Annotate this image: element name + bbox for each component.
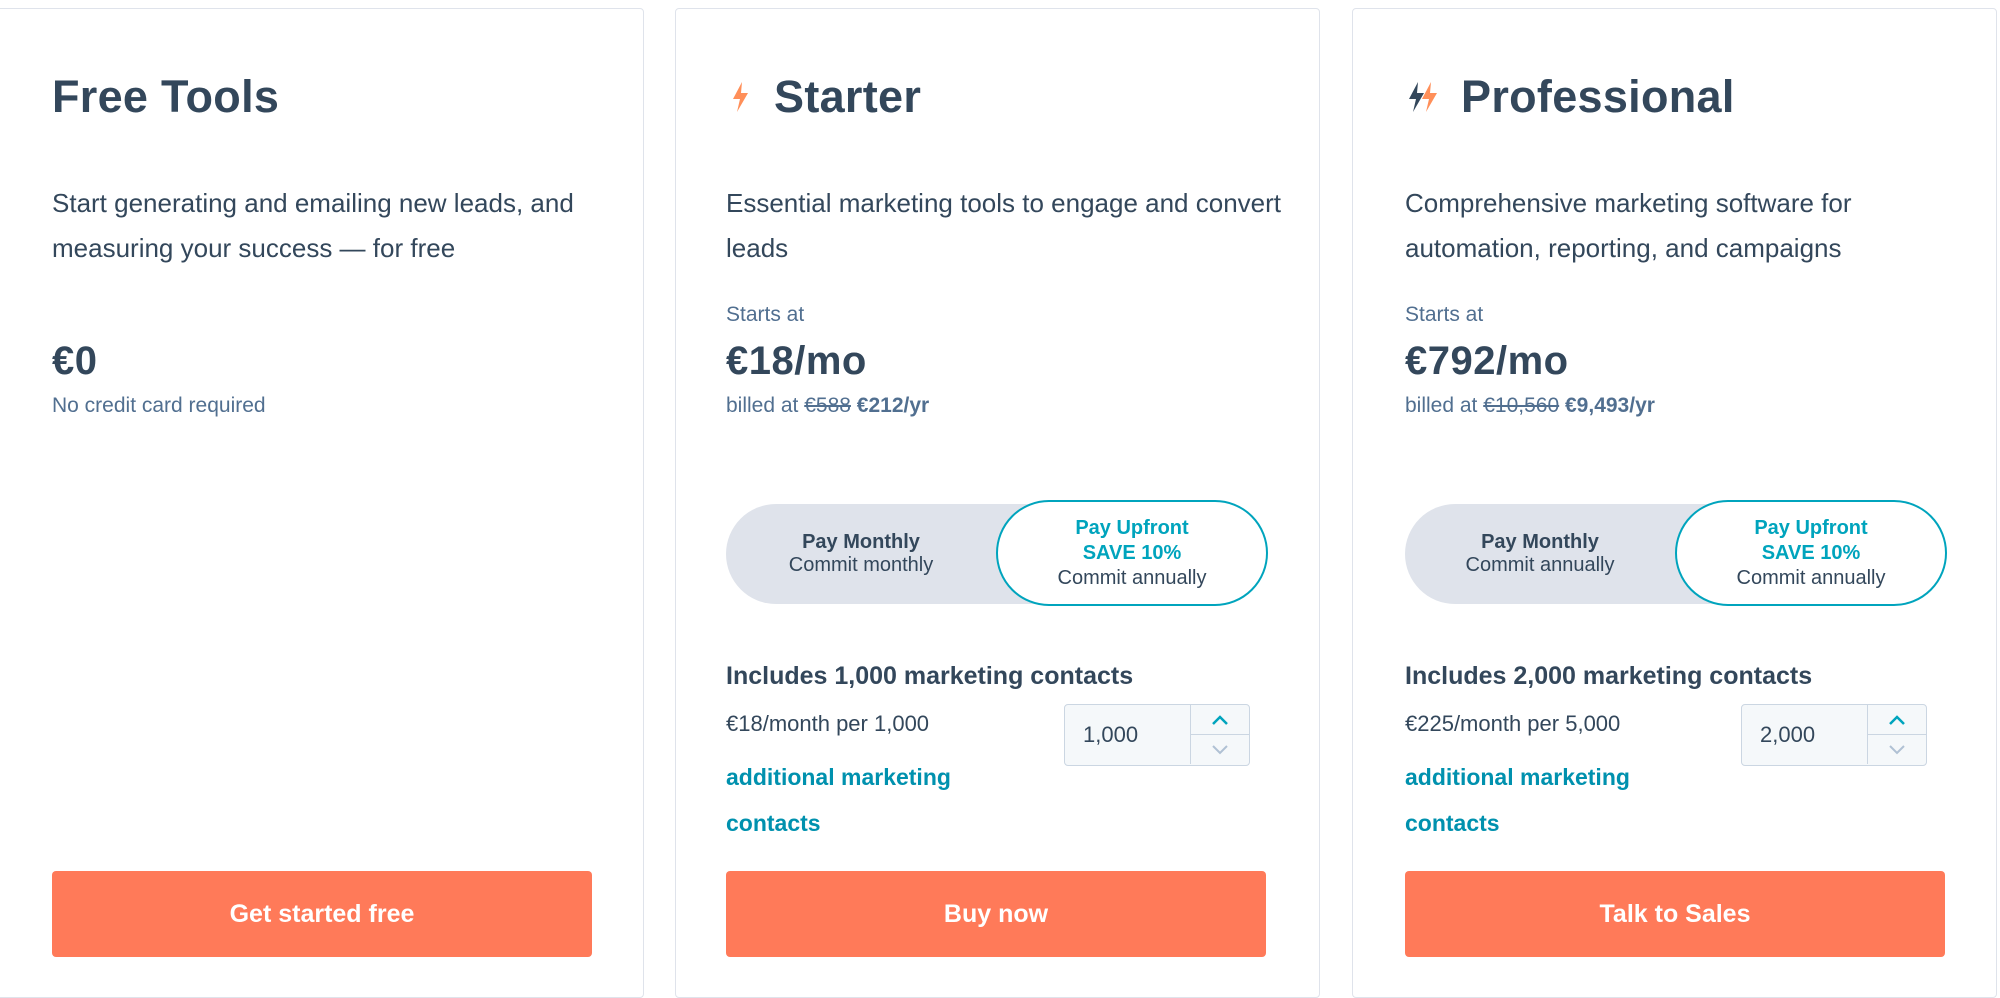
price-note: No credit card required — [52, 394, 266, 417]
per-rate-text: €225/month per 5,000 — [1405, 711, 1621, 736]
stepper-value[interactable]: 2,000 — [1760, 722, 1815, 748]
billing-toggle: Pay Monthly Commit annually Pay Upfront … — [1405, 500, 1947, 606]
billed-old-price: €10,560 — [1483, 394, 1560, 417]
billed-old-price: €588 — [804, 394, 851, 417]
additional-contacts-link[interactable]: additional marketing contacts — [726, 754, 986, 846]
save-badge: SAVE 10% — [1082, 541, 1182, 564]
pay-upfront-option[interactable]: Pay Upfront SAVE 10% Commit annually — [1675, 500, 1947, 606]
contacts-stepper[interactable]: 1,000 — [1064, 704, 1250, 766]
contacts-stepper[interactable]: 2,000 — [1741, 704, 1927, 766]
stepper-arrows — [1190, 705, 1249, 764]
pay-monthly-option[interactable]: Pay Monthly Commit annually — [1405, 504, 1675, 604]
plan-card-professional: Professional Comprehensive marketing sof… — [1352, 8, 1997, 998]
pay-upfront-sub: Commit annually — [1736, 566, 1886, 589]
chevron-up-icon[interactable] — [1868, 705, 1926, 735]
pay-monthly-sub: Commit monthly — [788, 554, 934, 576]
plan-description: Start generating and emailing new leads,… — [52, 188, 574, 263]
starter-bolt-icon — [726, 80, 756, 114]
plan-price: €0 — [52, 339, 98, 383]
plan-price: €18/mo — [726, 339, 867, 383]
plan-title: Free Tools — [52, 71, 280, 122]
pay-upfront-label: Pay Upfront — [1754, 516, 1868, 539]
billed-line: billed at €588 €212/yr — [726, 394, 929, 418]
pay-upfront-option[interactable]: Pay Upfront SAVE 10% Commit annually — [996, 500, 1268, 606]
pay-monthly-sub: Commit annually — [1465, 554, 1615, 576]
billed-prefix: billed at — [726, 394, 799, 417]
pay-monthly-option[interactable]: Pay Monthly Commit monthly — [726, 504, 996, 604]
plan-description: Essential marketing tools to engage and … — [726, 188, 1282, 263]
plan-card-free: Free Tools Start generating and emailing… — [0, 8, 644, 998]
chevron-down-icon[interactable] — [1868, 735, 1926, 764]
chevron-up-icon[interactable] — [1191, 705, 1249, 735]
stepper-arrows — [1867, 705, 1926, 764]
pay-upfront-sub: Commit annually — [1057, 566, 1207, 589]
get-started-free-button[interactable]: Get started free — [52, 871, 592, 957]
plan-title: Professional — [1461, 71, 1735, 122]
includes-contacts: Includes 1,000 marketing contacts — [726, 662, 1134, 690]
stepper-value[interactable]: 1,000 — [1083, 722, 1138, 748]
save-badge: SAVE 10% — [1761, 541, 1861, 564]
buy-now-button[interactable]: Buy now — [726, 871, 1266, 957]
billed-new-price: €212/yr — [856, 394, 930, 417]
starts-at-label: Starts at — [726, 303, 805, 326]
billed-line: billed at €10,560 €9,493/yr — [1405, 394, 1655, 418]
plan-price: €792/mo — [1405, 339, 1569, 383]
plan-description: Comprehensive marketing software for aut… — [1405, 188, 1852, 263]
talk-to-sales-button[interactable]: Talk to Sales — [1405, 871, 1945, 957]
billed-new-price: €9,493/yr — [1565, 394, 1655, 417]
billed-prefix: billed at — [1405, 394, 1478, 417]
plan-card-starter: Starter Essential marketing tools to eng… — [675, 8, 1320, 998]
pay-monthly-label: Pay Monthly — [802, 531, 920, 553]
starts-at-label: Starts at — [1405, 303, 1484, 326]
billing-toggle: Pay Monthly Commit monthly Pay Upfront S… — [726, 500, 1268, 606]
additional-contacts-link[interactable]: additional marketing contacts — [1405, 754, 1665, 846]
pay-upfront-label: Pay Upfront — [1075, 516, 1189, 539]
chevron-down-icon[interactable] — [1191, 735, 1249, 764]
pay-monthly-label: Pay Monthly — [1481, 531, 1599, 553]
plan-title: Starter — [774, 71, 922, 122]
professional-bolt-icon — [1405, 80, 1443, 114]
includes-contacts: Includes 2,000 marketing contacts — [1405, 662, 1813, 690]
per-rate-text: €18/month per 1,000 — [726, 711, 930, 736]
